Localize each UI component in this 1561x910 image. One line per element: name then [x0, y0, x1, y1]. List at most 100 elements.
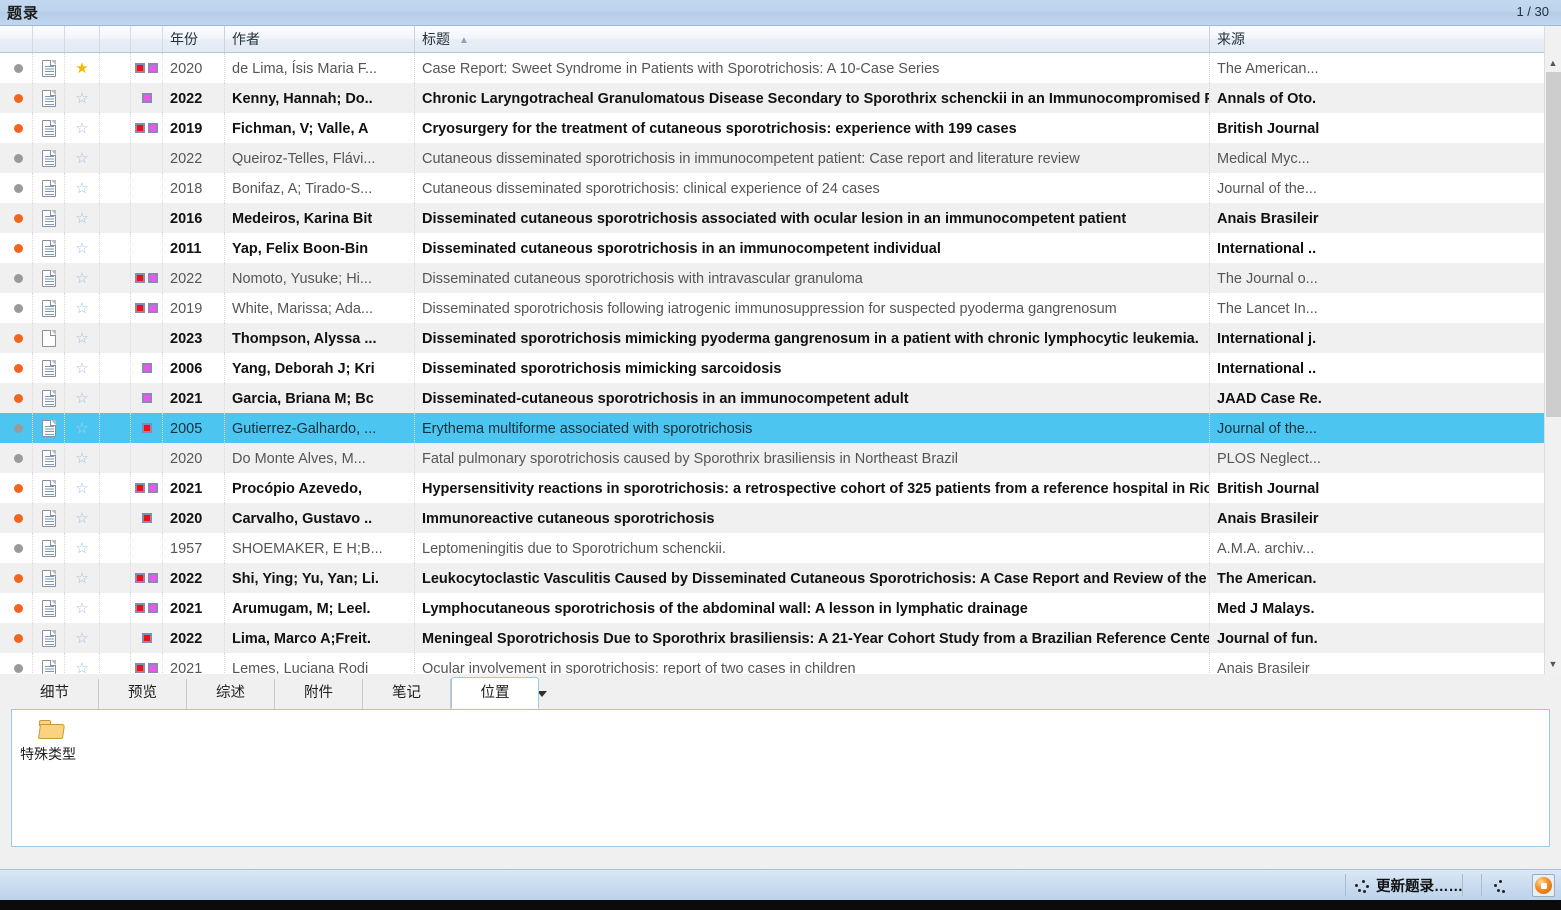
cell-author[interactable]: Bonifaz, A; Tirado-S...: [225, 173, 415, 203]
table-row[interactable]: ☆ 2018 Bonifaz, A; Tirado-S... Cutaneous di…: [0, 173, 1545, 203]
cell-year[interactable]: 2021: [163, 473, 225, 503]
cell-title[interactable]: Chronic Laryngotracheal Granulomatous Di…: [415, 83, 1210, 113]
cell-title[interactable]: Cutaneous disseminated sporotrichosis in…: [415, 143, 1210, 173]
document-icon[interactable]: [33, 563, 65, 593]
column-header-star[interactable]: [65, 26, 100, 52]
read-indicator-icon[interactable]: [5, 533, 33, 563]
column-header-tags[interactable]: [131, 26, 163, 52]
cell-source[interactable]: Medical Myc...: [1210, 143, 1545, 173]
read-indicator-icon[interactable]: [5, 293, 33, 323]
cell-title[interactable]: Meningeal Sporotrichosis Due to Sporothr…: [415, 623, 1210, 653]
cell-author[interactable]: Medeiros, Karina Bit: [225, 203, 415, 233]
row-extra-cell[interactable]: [100, 233, 131, 263]
cell-year[interactable]: 2019: [163, 113, 225, 143]
cell-author[interactable]: de Lima, Ísis Maria F...: [225, 53, 415, 83]
cell-source[interactable]: Anais Brasileir: [1210, 503, 1545, 533]
cell-author[interactable]: Yap, Felix Boon-Bin: [225, 233, 415, 263]
cell-source[interactable]: Anais Brasileir: [1210, 653, 1545, 674]
cell-author[interactable]: Queiroz-Telles, Flávi...: [225, 143, 415, 173]
tab-3[interactable]: 综述: [187, 679, 275, 709]
document-icon[interactable]: [33, 653, 65, 674]
color-tag-icons[interactable]: [131, 323, 163, 353]
table-row[interactable]: ☆ 1957 SHOEMAKER, E H;B... Leptomeningitis …: [0, 533, 1545, 563]
document-icon[interactable]: [33, 263, 65, 293]
table-row[interactable]: ☆ 2019 White, Marissa; Ada... Disseminated …: [0, 293, 1545, 323]
cell-source[interactable]: The American.: [1210, 563, 1545, 593]
table-row[interactable]: ☆ 2021 Garcia, Briana M; Bc Disseminated-cu…: [0, 383, 1545, 413]
row-extra-cell[interactable]: [100, 413, 131, 443]
star-outline-icon[interactable]: ☆: [65, 443, 100, 473]
cell-source[interactable]: International j.: [1210, 323, 1545, 353]
row-extra-cell[interactable]: [100, 563, 131, 593]
star-outline-icon[interactable]: ☆: [65, 173, 100, 203]
unread-indicator-icon[interactable]: [5, 593, 33, 623]
color-tag-icons[interactable]: [131, 143, 163, 173]
star-outline-icon[interactable]: ☆: [65, 293, 100, 323]
cell-author[interactable]: White, Marissa; Ada...: [225, 293, 415, 323]
cell-year[interactable]: 2005: [163, 413, 225, 443]
cell-source[interactable]: Journal of the...: [1210, 413, 1545, 443]
document-icon[interactable]: [33, 323, 65, 353]
unread-indicator-icon[interactable]: [5, 353, 33, 383]
unread-indicator-icon[interactable]: [5, 233, 33, 263]
row-extra-cell[interactable]: [100, 473, 131, 503]
cell-title[interactable]: Erythema multiforme associated with spor…: [415, 413, 1210, 443]
table-row[interactable]: ☆ 2020 Do Monte Alves, M... Fatal pulmonary…: [0, 443, 1545, 473]
color-tag-icons[interactable]: [131, 173, 163, 203]
star-outline-icon[interactable]: ☆: [65, 203, 100, 233]
cell-source[interactable]: Med J Malays.: [1210, 593, 1545, 623]
star-outline-icon[interactable]: ☆: [65, 353, 100, 383]
row-extra-cell[interactable]: [100, 263, 131, 293]
column-header-read[interactable]: [5, 26, 33, 52]
document-icon[interactable]: [33, 533, 65, 563]
row-extra-cell[interactable]: [100, 353, 131, 383]
cell-year[interactable]: 1957: [163, 533, 225, 563]
document-icon[interactable]: [33, 113, 65, 143]
cell-year[interactable]: 2022: [163, 623, 225, 653]
cell-title[interactable]: Leukocytoclastic Vasculitis Caused by Di…: [415, 563, 1210, 593]
cell-year[interactable]: 2021: [163, 383, 225, 413]
row-extra-cell[interactable]: [100, 143, 131, 173]
table-row[interactable]: ☆ 2022 Lima, Marco A;Freit. Meningeal Sporo…: [0, 623, 1545, 653]
column-header-doc[interactable]: [33, 26, 65, 52]
cell-year[interactable]: 2023: [163, 323, 225, 353]
read-indicator-icon[interactable]: [5, 263, 33, 293]
document-icon[interactable]: [33, 353, 65, 383]
cell-title[interactable]: Hypersensitivity reactions in sporotrich…: [415, 473, 1210, 503]
document-icon[interactable]: [33, 293, 65, 323]
star-outline-icon[interactable]: ☆: [65, 563, 100, 593]
unread-indicator-icon[interactable]: [5, 323, 33, 353]
cell-source[interactable]: International ..: [1210, 353, 1545, 383]
row-extra-cell[interactable]: [100, 323, 131, 353]
table-vertical-scrollbar[interactable]: ▲ ▼: [1544, 26, 1561, 674]
row-extra-cell[interactable]: [100, 653, 131, 674]
read-indicator-icon[interactable]: [5, 143, 33, 173]
column-header-extra[interactable]: [100, 26, 131, 52]
scroll-up-icon[interactable]: ▲: [1545, 54, 1561, 71]
cell-year[interactable]: 2020: [163, 53, 225, 83]
cell-title[interactable]: Disseminated sporotrichosis following ia…: [415, 293, 1210, 323]
tab-2[interactable]: 预览: [99, 679, 187, 709]
tab-1[interactable]: 细节: [11, 679, 99, 709]
document-icon[interactable]: [33, 83, 65, 113]
document-icon[interactable]: [33, 443, 65, 473]
cell-author[interactable]: Garcia, Briana M; Bc: [225, 383, 415, 413]
table-row[interactable]: ☆ 2022 Queiroz-Telles, Flávi... Cutaneous d…: [0, 143, 1545, 173]
document-icon[interactable]: [33, 413, 65, 443]
cell-year[interactable]: 2020: [163, 443, 225, 473]
folder-icon[interactable]: [37, 720, 66, 739]
cell-author[interactable]: SHOEMAKER, E H;B...: [225, 533, 415, 563]
tab-6[interactable]: 位置: [451, 677, 539, 709]
color-tag-icons[interactable]: [131, 233, 163, 263]
color-tag-icons[interactable]: [131, 533, 163, 563]
cell-year[interactable]: 2022: [163, 143, 225, 173]
table-row[interactable]: ☆ 2011 Yap, Felix Boon-Bin Disseminated cut…: [0, 233, 1545, 263]
cell-author[interactable]: Do Monte Alves, M...: [225, 443, 415, 473]
unread-indicator-icon[interactable]: [5, 473, 33, 503]
cell-source[interactable]: The Lancet In...: [1210, 293, 1545, 323]
cell-source[interactable]: The American...: [1210, 53, 1545, 83]
color-tag-icons[interactable]: [131, 443, 163, 473]
row-extra-cell[interactable]: [100, 113, 131, 143]
row-extra-cell[interactable]: [100, 53, 131, 83]
color-tag-icons[interactable]: [131, 383, 163, 413]
